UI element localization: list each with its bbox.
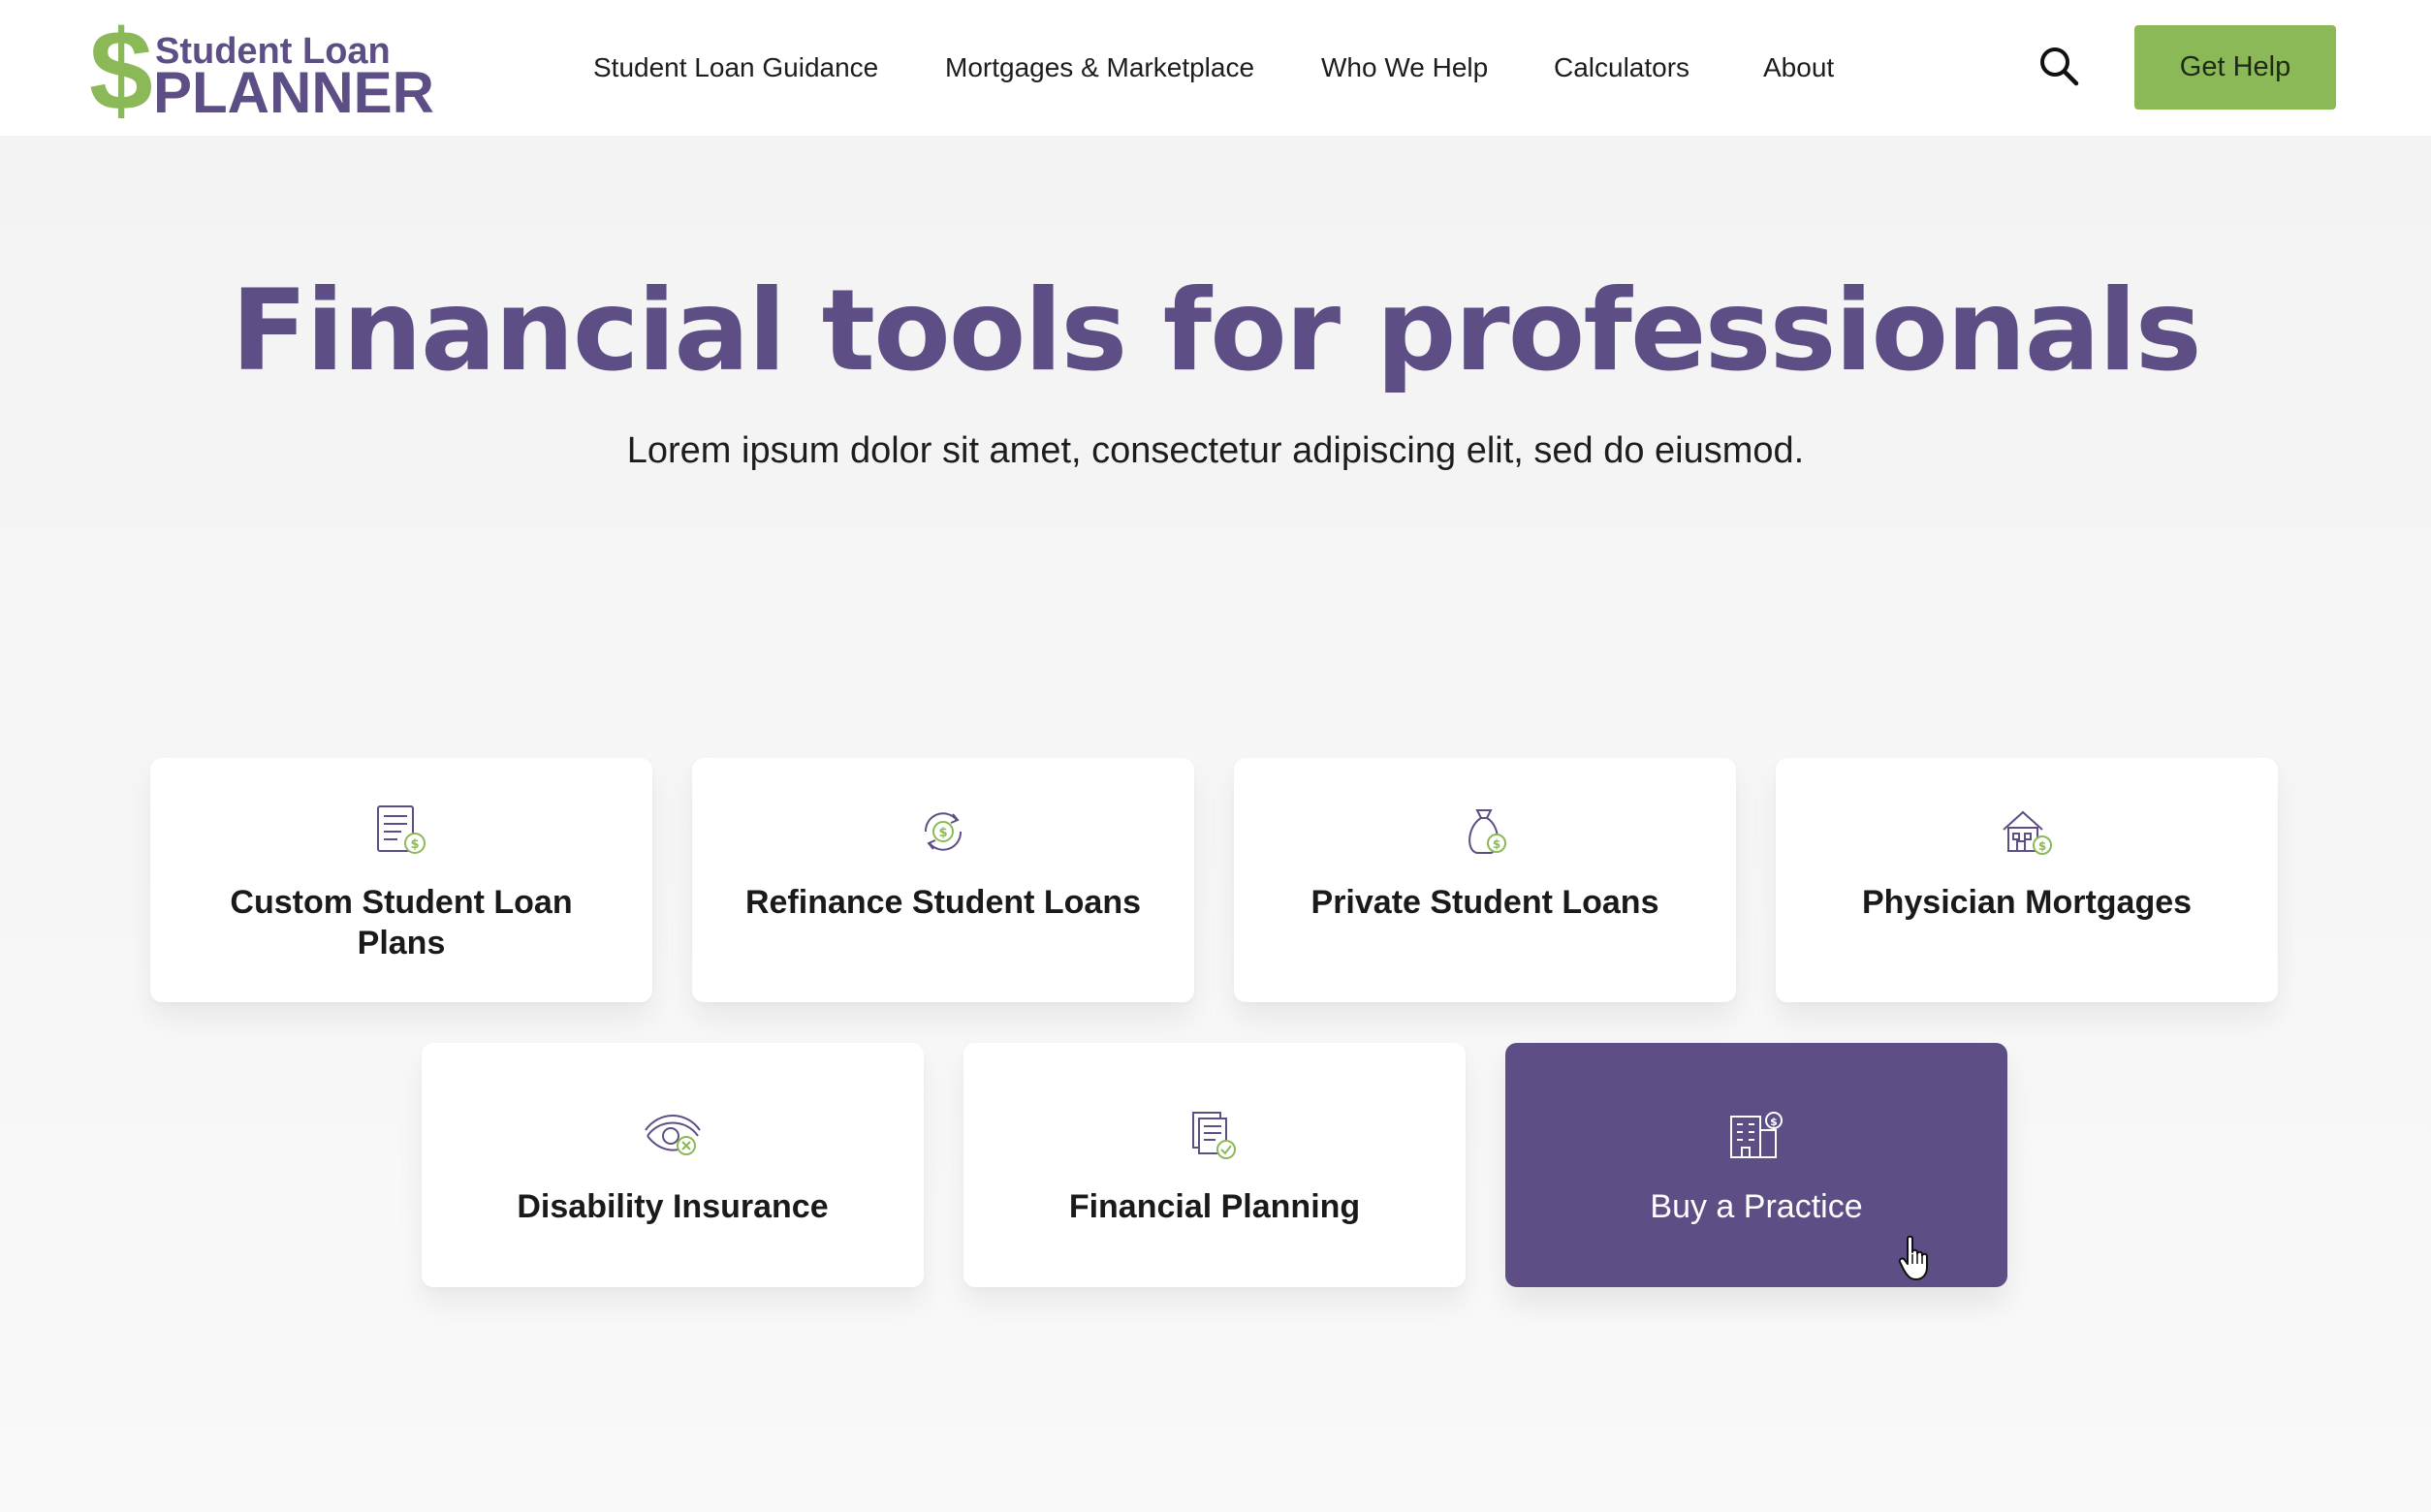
- card-physician-mortgages[interactable]: $ Physician Mortgages: [1776, 758, 2278, 1002]
- document-dollar-icon: $: [377, 805, 426, 854]
- get-help-button[interactable]: Get Help: [2134, 25, 2336, 110]
- svg-text:$: $: [410, 837, 419, 852]
- nav-item-calculators[interactable]: Calculators: [1554, 48, 1689, 87]
- page-title: Financial tools for professionals: [231, 266, 2201, 396]
- money-bag-icon: $: [1468, 809, 1506, 854]
- card-disability-insurance[interactable]: Disability Insurance: [422, 1043, 924, 1287]
- card-label: Financial Planning: [1068, 1188, 1361, 1225]
- card-refinance-student-loans[interactable]: $ Refinance Student Loans: [692, 758, 1194, 1002]
- page-subtitle: Lorem ipsum dolor sit amet, consectetur …: [626, 430, 1805, 471]
- svg-text:$: $: [2038, 839, 2046, 853]
- card-label: Buy a Practice: [1650, 1188, 1863, 1225]
- nav-item-student-loan-guidance[interactable]: Student Loan Guidance: [593, 48, 878, 87]
- nav-item-mortgages-marketplace[interactable]: Mortgages & Marketplace: [945, 48, 1254, 87]
- svg-text:$: $: [1493, 837, 1500, 851]
- card-private-student-loans[interactable]: $ Private Student Loans: [1234, 758, 1736, 1002]
- card-label: Physician Mortgages: [1861, 884, 2193, 921]
- card-financial-planning[interactable]: Financial Planning: [963, 1043, 1466, 1287]
- refresh-dollar-icon: $: [924, 812, 963, 851]
- documents-check-icon: [1192, 1112, 1236, 1159]
- card-label: Refinance Student Loans: [744, 884, 1142, 921]
- card-custom-student-loan-plans[interactable]: $ Custom Student Loan Plans: [150, 758, 652, 1002]
- card-label: Custom Student Loan Plans: [230, 884, 573, 961]
- building-dollar-icon: $: [1730, 1112, 1783, 1158]
- svg-text:$: $: [1770, 1116, 1778, 1128]
- nav-item-who-we-help[interactable]: Who We Help: [1321, 48, 1488, 87]
- nav-item-about[interactable]: About: [1763, 48, 1834, 87]
- card-label: Private Student Loans: [1310, 884, 1659, 921]
- hand-cursor-icon: [1898, 1235, 1928, 1280]
- svg-text:$: $: [938, 826, 947, 840]
- site-header: $ Student Loan PLANNER Student Loan Guid…: [0, 0, 2431, 136]
- card-label: Disability Insurance: [517, 1188, 829, 1225]
- search-button[interactable]: [2037, 45, 2080, 87]
- house-dollar-icon: $: [2003, 810, 2052, 855]
- search-icon: [2040, 47, 2079, 86]
- eye-shield-icon: [645, 1115, 701, 1155]
